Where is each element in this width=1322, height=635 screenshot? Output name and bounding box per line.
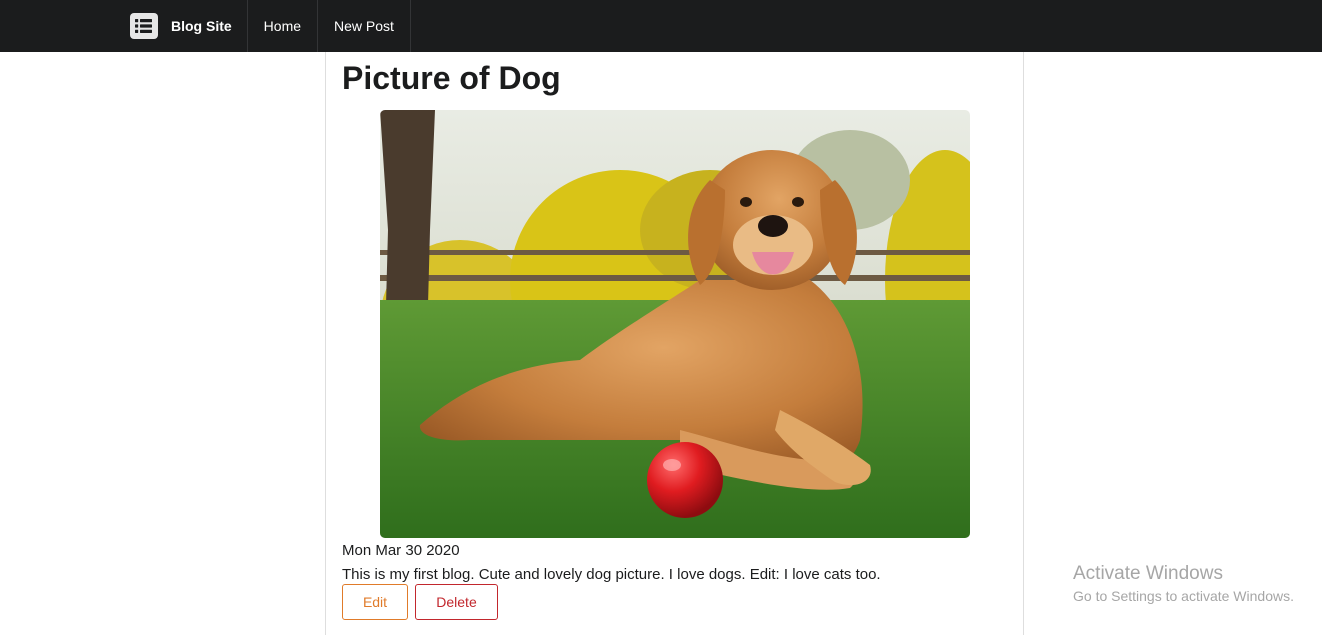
watermark-subtitle: Go to Settings to activate Windows. <box>1073 588 1294 604</box>
top-navbar: Blog Site Home New Post <box>0 0 1322 52</box>
post-title: Picture of Dog <box>342 60 561 96</box>
nav-item-new-post-label: New Post <box>334 18 394 34</box>
activate-windows-watermark: Activate Windows Go to Settings to activ… <box>1073 562 1294 606</box>
nav-item-home[interactable]: Home <box>248 0 319 52</box>
post-date: Mon Mar 30 2020 <box>342 542 460 559</box>
navbar-menu: Blog Site Home New Post <box>115 0 411 52</box>
brand-label: Blog Site <box>171 18 232 34</box>
post-body: This is my first blog. Cute and lovely d… <box>342 566 881 583</box>
list-icon <box>130 13 158 39</box>
edit-button[interactable]: Edit <box>342 584 408 620</box>
dog-photo <box>380 110 970 538</box>
post-container: Picture of Dog Mon Mar 30 2020 This is m… <box>325 52 1024 635</box>
nav-item-new-post[interactable]: New Post <box>318 0 411 52</box>
post-image <box>380 110 970 538</box>
delete-button[interactable]: Delete <box>415 584 498 620</box>
watermark-title: Activate Windows <box>1073 563 1223 584</box>
nav-item-home-label: Home <box>263 18 302 34</box>
brand-link[interactable]: Blog Site <box>115 0 248 52</box>
